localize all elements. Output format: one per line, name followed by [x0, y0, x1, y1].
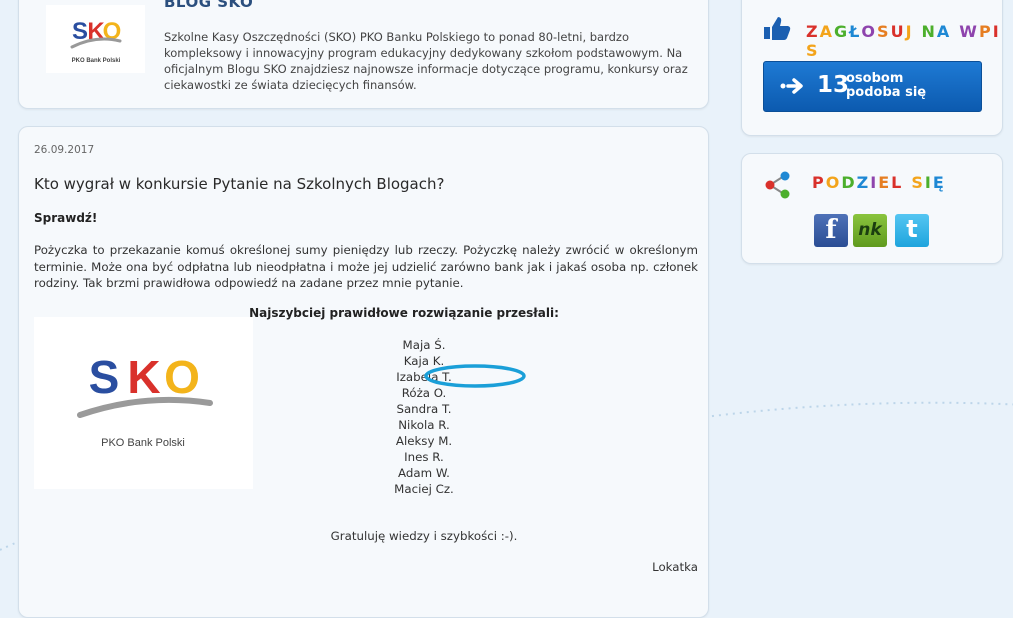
twitter-icon: t: [906, 215, 918, 243]
decorative-dotted-line: [705, 401, 1013, 418]
like-label: osobom podoba się: [846, 71, 927, 100]
arrow-right-icon: [780, 78, 803, 94]
winner-item: Róża O.: [401, 386, 447, 400]
facebook-share-button[interactable]: f: [814, 214, 848, 247]
post-logo-char-2: O: [164, 351, 200, 403]
vote-panel: ZAGŁOSUJ NA WPIS 13 osobom podoba się: [741, 0, 1003, 136]
like-button[interactable]: 13 osobom podoba się: [763, 61, 982, 112]
winner-item: Ines R.: [404, 450, 444, 464]
post-date: 26.09.2017: [34, 144, 95, 156]
sko-post-image: S K O PKO Bank Polski: [34, 317, 253, 489]
answers-heading: Najszybciej prawidłowe rozwiązanie przes…: [249, 306, 559, 320]
post-title[interactable]: Kto wygrał w konkursie Pytanie na Szkoln…: [34, 175, 444, 193]
winner-item: Nikola R.: [398, 418, 450, 432]
post-lead: Sprawdź!: [34, 211, 98, 225]
share-panel: PODZIEL SIĘ f nk t: [741, 153, 1003, 264]
logo-subtitle: PKO Bank Polski: [72, 58, 121, 64]
twitter-share-button[interactable]: t: [895, 214, 929, 247]
winners-list: Maja Ś. Kaja K. Izabela T. Róża O. Sandra T.…: [324, 337, 524, 497]
blog-post: 26.09.2017 Kto wygrał w konkursie Pytani…: [18, 126, 709, 618]
blog-header-panel: S K O PKO Bank Polski BLOG SKO Szkolne K…: [18, 0, 709, 109]
winner-item: Adam W.: [398, 466, 450, 480]
like-count: 13: [817, 72, 850, 98]
post-author: Lokatka: [652, 560, 698, 574]
share-icon: [765, 171, 790, 199]
winner-item: Sandra T.: [396, 402, 452, 416]
winner-item: Izabela T.: [396, 370, 452, 384]
nk-icon: nk: [858, 220, 882, 240]
vote-title: ZAGŁOSUJ NA WPIS: [806, 22, 1001, 60]
thumbs-up-icon: [764, 17, 791, 40]
winner-item: Aleksy M.: [395, 434, 453, 448]
winner-item: Kaja K.: [403, 354, 445, 368]
post-logo-subtitle: PKO Bank Polski: [101, 437, 185, 449]
post-body: Pożyczka to przekazanie komuś określonej…: [34, 243, 698, 290]
nk-share-button[interactable]: nk: [853, 214, 887, 247]
blog-description: Szkolne Kasy Oszczędności (SKO) PKO Bank…: [164, 30, 688, 92]
facebook-icon: f: [825, 215, 837, 245]
share-title: PODZIEL SIĘ: [812, 173, 946, 192]
winner-item: Maciej Cz.: [394, 482, 454, 496]
sko-logo[interactable]: S K O PKO Bank Polski: [46, 5, 145, 73]
winner-item: Maja Ś.: [402, 338, 446, 352]
congrats-text: Gratuluję wiedzy i szybkości :-).: [330, 529, 518, 543]
post-logo-char-0: S: [89, 351, 120, 403]
blog-title[interactable]: BLOG SKO: [164, 0, 253, 11]
post-logo-char-1: K: [127, 351, 160, 403]
